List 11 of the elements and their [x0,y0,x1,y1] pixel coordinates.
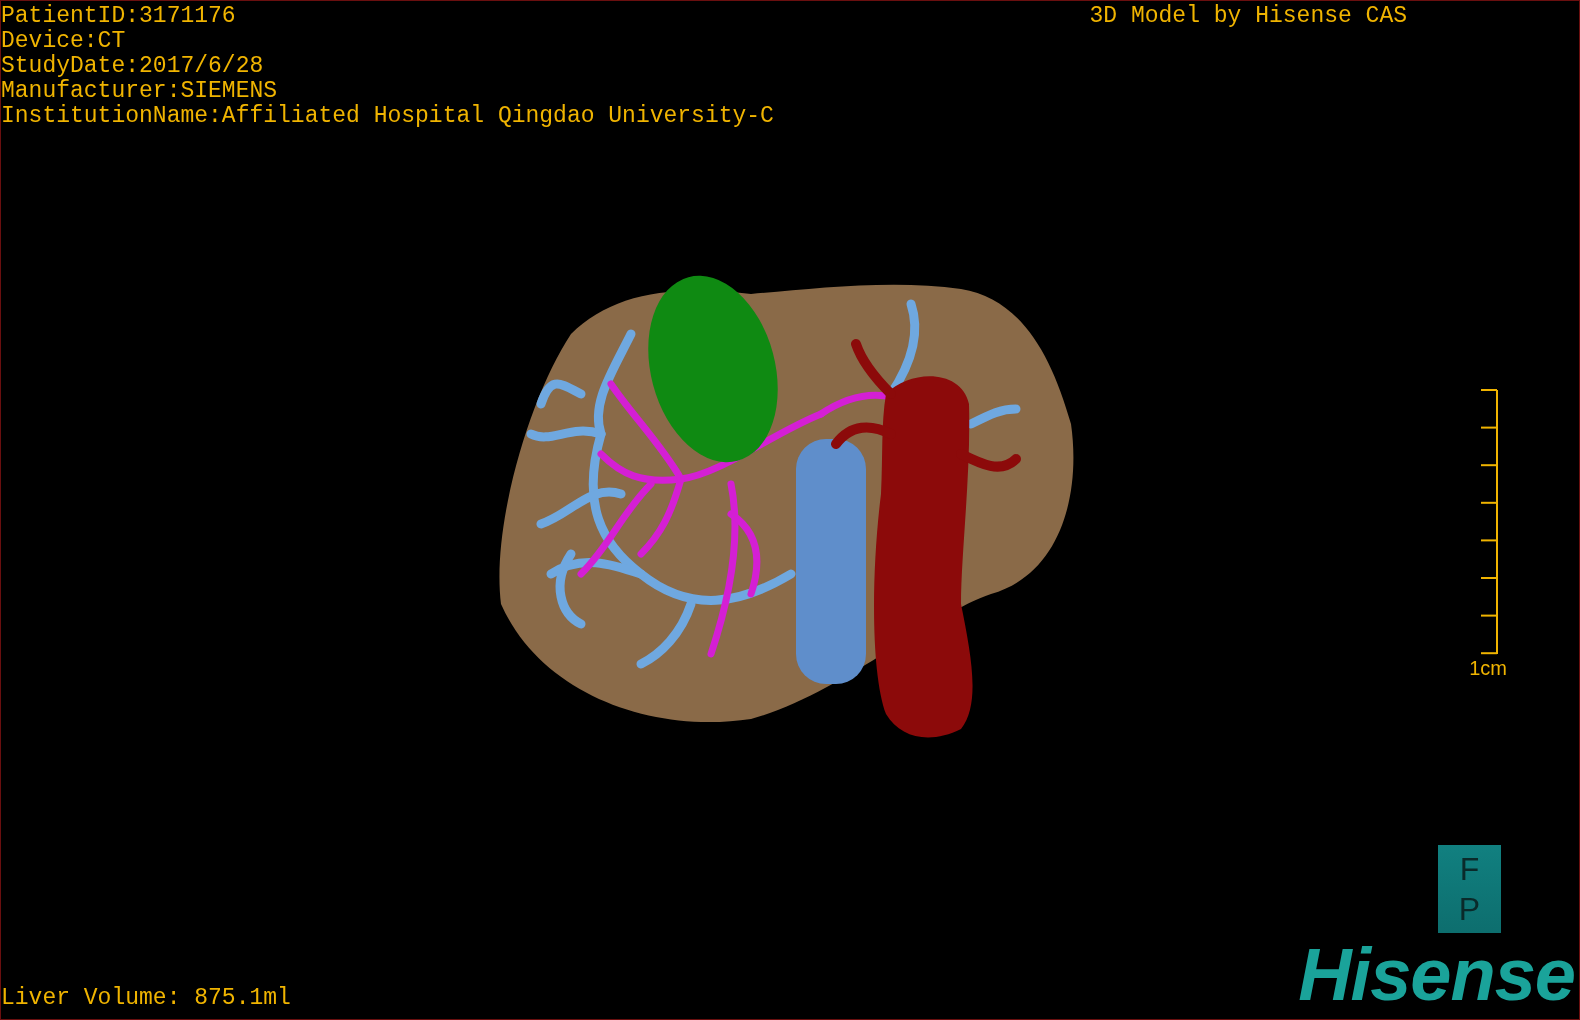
scale-label: 1cm [1469,656,1507,681]
info-line: PatientID:3171176 [1,4,237,29]
info-line: Manufacturer:SIEMENS [1,79,279,104]
window-title: 3D Model by Hisense CAS [1089,2,1407,31]
liver-volume: Liver Volume: 875.1ml [1,986,291,1011]
info-line: Device:CT [1,29,127,54]
orientation-letter: P [1458,891,1481,927]
orientation-letter: F [1459,851,1480,887]
logo: Hisense [1298,937,1575,1013]
info-line: StudyDate:2017/6/28 [1,54,265,79]
info-line: InstitutionName:Affiliated Hospital Qingdao University-C [1,104,774,129]
